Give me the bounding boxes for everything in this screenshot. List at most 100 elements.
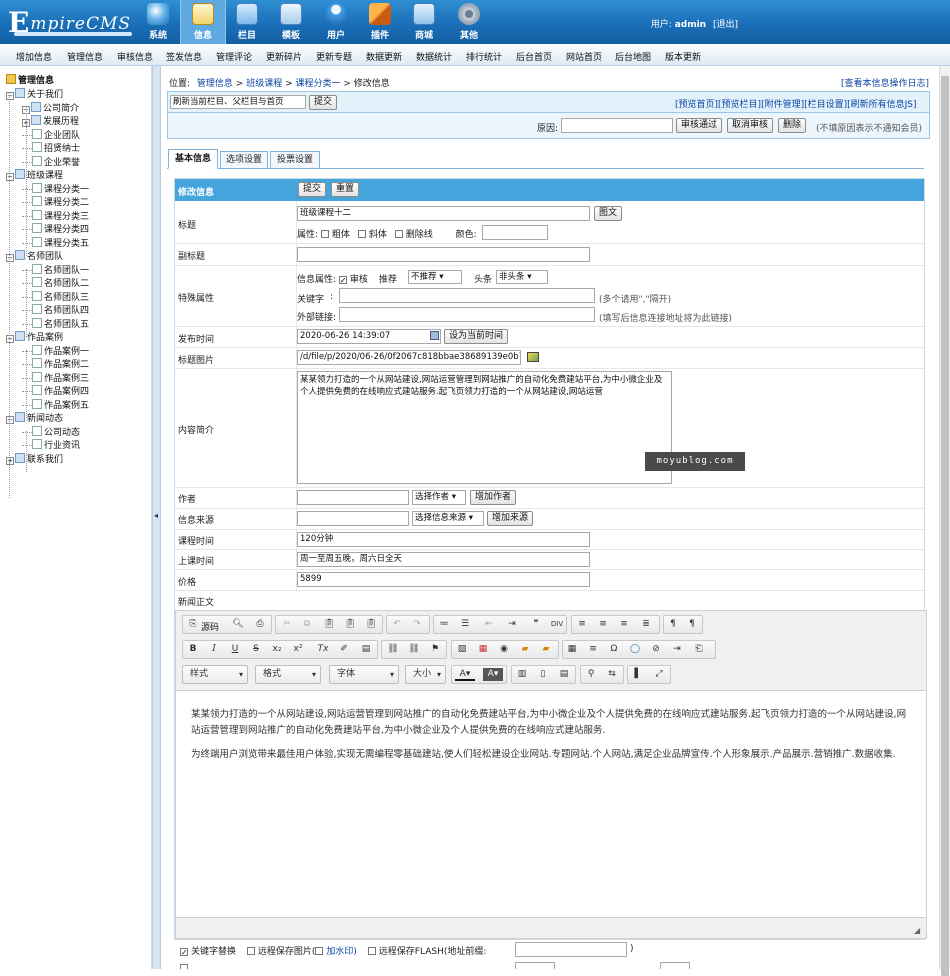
copy-format-icon[interactable]: ✐	[337, 643, 351, 656]
maximize-icon[interactable]: ⤢	[652, 668, 666, 681]
menu-sign-info[interactable]: 签发信息	[166, 50, 202, 63]
sidebar-item[interactable]: 名师团队二	[22, 276, 89, 289]
menu-version-update[interactable]: 版本更新	[665, 50, 701, 63]
sidebar-item[interactable]: 作品案例四	[22, 384, 89, 397]
menu-add-info[interactable]: 增加信息	[16, 50, 52, 63]
tab-basic-info[interactable]: 基本信息	[168, 149, 218, 169]
collapse-toggle-icon[interactable]: −	[6, 92, 14, 100]
approve-checkbox[interactable]	[338, 276, 347, 284]
view-log-link[interactable]: [查看本信息操作日志]	[841, 76, 929, 89]
recommend-select[interactable]: 不推荐 ▾	[408, 270, 462, 284]
sidebar-item[interactable]: − 作品案例	[6, 330, 63, 343]
cut-icon[interactable]: ✂	[280, 618, 294, 631]
unlink-icon[interactable]: ⛓	[407, 643, 421, 656]
logout-link[interactable]: [退出]	[713, 20, 738, 30]
italic-checkbox[interactable]	[357, 230, 366, 238]
redo-icon[interactable]: ↷	[410, 618, 424, 631]
sidebar-item[interactable]: 作品案例一	[22, 344, 89, 357]
bullet-list-icon[interactable]: ☰	[458, 618, 472, 631]
menu-rank-stats[interactable]: 排行统计	[466, 50, 502, 63]
external-link-input[interactable]	[339, 307, 595, 322]
nav-system[interactable]: 系统	[135, 0, 181, 44]
strike-checkbox[interactable]	[394, 230, 403, 238]
underline-icon[interactable]: U	[228, 643, 242, 656]
nav-plugin[interactable]: 插件	[357, 0, 403, 44]
flash-icon[interactable]: ▦	[476, 643, 490, 656]
resize-handle-icon[interactable]: ◢	[914, 926, 920, 935]
sidebar-item[interactable]: + 联系我们	[6, 452, 63, 465]
more-option-input[interactable]	[515, 962, 555, 969]
paste-icon[interactable]: 📋︎	[322, 618, 336, 631]
attachment-link[interactable]: [附件管理]	[761, 100, 804, 110]
insert-code-icon[interactable]: ⇥	[670, 643, 684, 656]
nav-template[interactable]: 模板	[268, 0, 314, 44]
source-icon[interactable]: ⎘	[186, 618, 200, 631]
preview-column-link[interactable]: [预览栏目]	[718, 100, 761, 110]
numbered-list-icon[interactable]: ≔	[437, 618, 451, 631]
div-icon[interactable]: DIV	[550, 618, 564, 631]
menu-update-fragments[interactable]: 更新碎片	[266, 50, 302, 63]
new-page-icon[interactable]: ▯	[536, 668, 550, 681]
collapse-toggle-icon[interactable]: −	[6, 416, 14, 424]
special-char-icon[interactable]: Ω	[607, 643, 621, 656]
menu-admin-map[interactable]: 后台地图	[615, 50, 651, 63]
nav-column[interactable]: 栏目	[224, 0, 270, 44]
keywords-input[interactable]	[339, 288, 595, 303]
add-source-button[interactable]: 增加来源	[487, 511, 534, 526]
more-option-checkbox[interactable]	[180, 964, 188, 969]
size-dropdown[interactable]: 大小	[405, 665, 446, 684]
sidebar-splitter[interactable]: ◂	[152, 66, 161, 969]
preview-home-link[interactable]: [预览首页]	[675, 100, 718, 110]
menu-site-home[interactable]: 网站首页	[566, 50, 602, 63]
align-left-icon[interactable]: ≡	[575, 618, 589, 631]
watermark-checkbox[interactable]	[315, 947, 324, 955]
subscript-icon[interactable]: x₂	[270, 643, 284, 656]
collapse-toggle-icon[interactable]: −	[6, 254, 14, 262]
strikethrough-icon[interactable]: S	[249, 643, 263, 656]
page-scrollbar[interactable]	[939, 66, 950, 976]
templates-icon[interactable]: ▤	[359, 643, 373, 656]
italic-icon[interactable]: I	[207, 643, 221, 656]
calendar-icon[interactable]	[430, 331, 439, 340]
class-time-input[interactable]: 周一至周五晚，周六日全天	[297, 552, 590, 567]
sidebar-item[interactable]: 课程分类三	[22, 209, 89, 222]
paste-word-icon[interactable]: 📋︎	[364, 618, 378, 631]
collapse-toggle-icon[interactable]: −	[6, 173, 14, 181]
anchor-flag-icon[interactable]: ⚑	[428, 643, 442, 656]
rtl-icon[interactable]: ¶	[685, 618, 699, 631]
bold-checkbox[interactable]	[320, 230, 329, 238]
paste-text-icon[interactable]: 📋︎	[343, 618, 357, 631]
smiley-icon[interactable]: ◯	[628, 643, 642, 656]
remote-flash-checkbox[interactable]	[367, 947, 376, 955]
document-icon[interactable]: ▤	[557, 668, 571, 681]
undo-icon[interactable]: ↶	[390, 618, 404, 631]
refresh-js-link[interactable]: [刷新所有信息JS]	[847, 100, 916, 110]
sidebar-item[interactable]: 课程分类五	[22, 236, 89, 249]
sidebar-item[interactable]: + 发展历程	[22, 114, 79, 127]
form-reset-button[interactable]: 重置	[331, 182, 360, 197]
collapse-toggle-icon[interactable]: −	[6, 335, 14, 343]
sidebar-item[interactable]: 名师团队四	[22, 303, 89, 316]
font-dropdown[interactable]: 字体	[329, 665, 399, 684]
ltr-icon[interactable]: ¶	[666, 618, 680, 631]
format-dropdown[interactable]: 格式	[255, 665, 321, 684]
menu-admin-home[interactable]: 后台首页	[516, 50, 552, 63]
attachment-icon[interactable]: ▰	[518, 643, 532, 656]
align-justify-icon[interactable]: ≣	[639, 618, 653, 631]
collapse-arrow-icon[interactable]: ◂	[154, 511, 158, 520]
source-button-label[interactable]: 源码	[201, 620, 219, 633]
bg-color-icon[interactable]: A▾	[483, 668, 503, 681]
sidebar-item[interactable]: 名师团队一	[22, 263, 89, 276]
sidebar-item[interactable]: − 名师团队	[6, 249, 63, 262]
horizontal-rule-icon[interactable]: ≡	[586, 643, 600, 656]
menu-update-topics[interactable]: 更新专题	[316, 50, 352, 63]
sidebar-root[interactable]: 管理信息	[6, 73, 54, 86]
sidebar-item[interactable]: 课程分类四	[22, 222, 89, 235]
refresh-submit-button[interactable]: 提交	[309, 95, 338, 110]
copy-icon[interactable]: ⧉	[300, 618, 314, 631]
cancel-approve-button[interactable]: 取消审核	[727, 118, 774, 133]
sidebar-item[interactable]: 企业荣誉	[22, 155, 80, 168]
image-picker-icon[interactable]	[527, 352, 539, 362]
align-right-icon[interactable]: ≡	[617, 618, 631, 631]
menu-manage-info[interactable]: 管理信息	[67, 50, 103, 63]
